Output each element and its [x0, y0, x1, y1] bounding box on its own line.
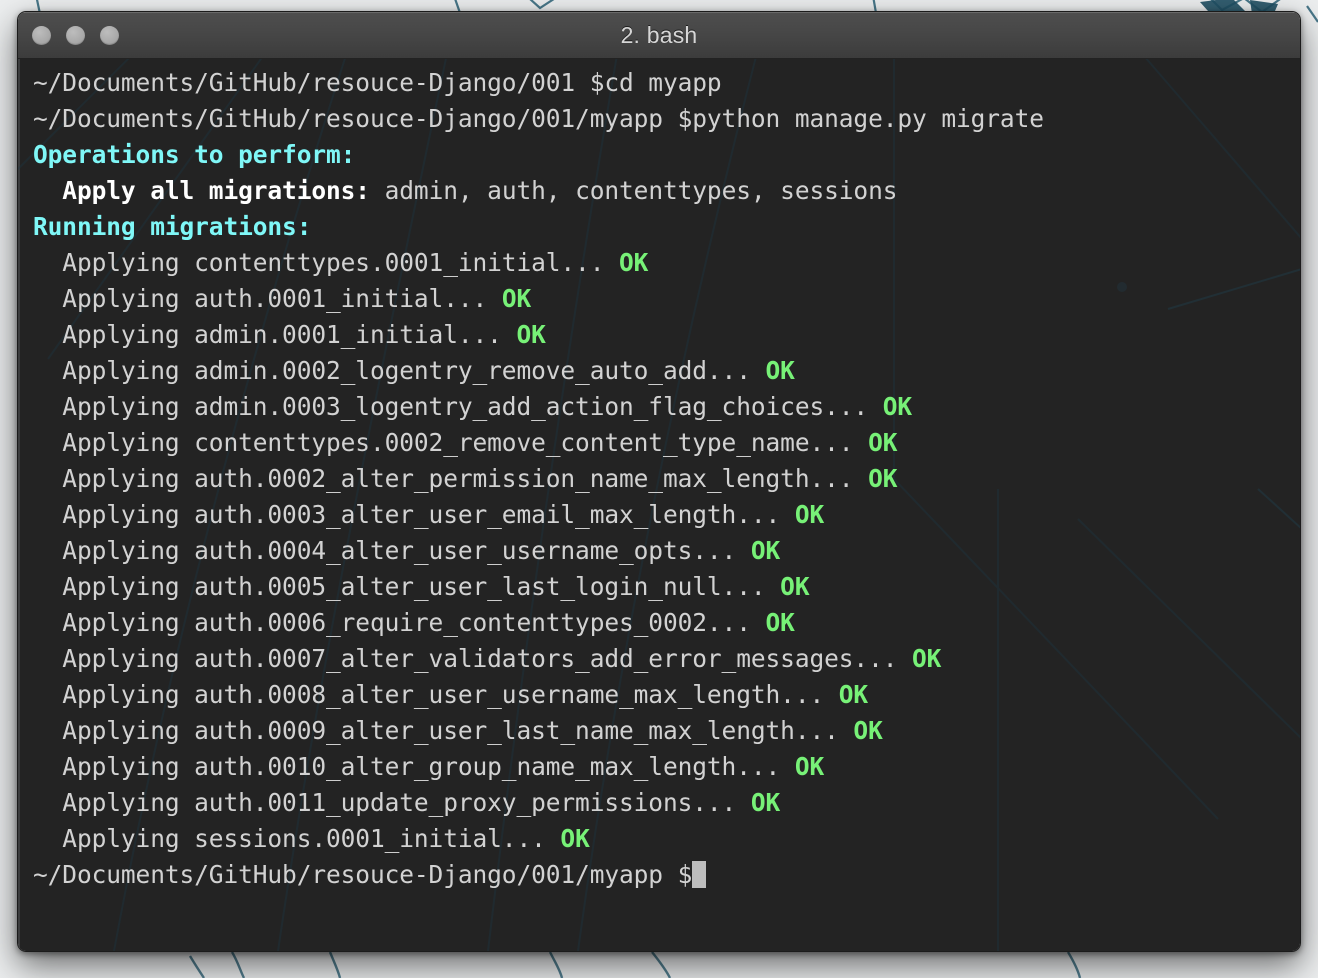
terminal-line: Applying admin.0003_logentry_add_action_… — [33, 389, 1300, 425]
terminal-text-segment: Applying auth.0001_initial... — [33, 284, 502, 313]
terminal-text-segment: OK — [619, 248, 649, 277]
terminal-window[interactable]: 2. bash ~/Documents/GitHub/resouce-Djang… — [17, 11, 1301, 952]
terminal-line: ~/Documents/GitHub/resouce-Django/001 $c… — [33, 65, 1300, 101]
terminal-text-segment: Applying auth.0008_alter_user_username_m… — [33, 680, 839, 709]
terminal-line: ~/Documents/GitHub/resouce-Django/001/my… — [33, 857, 1300, 893]
terminal-text-segment: OK — [868, 464, 898, 493]
terminal-text-segment: Applying contenttypes.0002_remove_conten… — [33, 428, 869, 457]
terminal-text-segment: ~/Documents/GitHub/resouce-Django/001 $c… — [33, 68, 722, 97]
terminal-text-segment: Applying auth.0006_require_contenttypes_… — [33, 608, 766, 637]
terminal-line: Applying auth.0004_alter_user_username_o… — [33, 533, 1300, 569]
window-title-bar[interactable]: 2. bash — [18, 12, 1300, 59]
terminal-line: Applying auth.0005_alter_user_last_login… — [33, 569, 1300, 605]
terminal-line: Apply all migrations: admin, auth, conte… — [33, 173, 1300, 209]
terminal-line: Applying auth.0001_initial... OK — [33, 281, 1300, 317]
terminal-text-segment: Applying admin.0001_initial... — [33, 320, 517, 349]
terminal-text-segment: OK — [750, 788, 781, 817]
terminal-line: Operations to perform: — [33, 137, 1300, 173]
terminal-text-segment: Applying auth.0010_alter_group_name_max_… — [33, 752, 795, 781]
terminal-text-segment: OK — [765, 356, 795, 385]
terminal-text-segment: OK — [501, 284, 532, 313]
terminal-text-segment: Applying auth.0003_alter_user_email_max_… — [33, 500, 795, 529]
terminal-text-segment: OK — [868, 428, 898, 457]
terminal-line: Applying sessions.0001_initial... OK — [33, 821, 1300, 857]
terminal-text-segment: OK — [765, 608, 795, 637]
terminal-line: Applying contenttypes.0002_remove_conten… — [33, 425, 1300, 461]
window-title: 2. bash — [620, 22, 698, 48]
terminal-text-segment: OK — [560, 824, 590, 853]
terminal-text-segment: Apply all migrations: — [33, 176, 370, 205]
terminal-line: Applying auth.0002_alter_permission_name… — [33, 461, 1300, 497]
close-button[interactable] — [32, 26, 51, 45]
terminal-line: ~/Documents/GitHub/resouce-Django/001/my… — [33, 101, 1300, 137]
terminal-line: Applying auth.0006_require_contenttypes_… — [33, 605, 1300, 641]
terminal-text-segment: Applying sessions.0001_initial... — [33, 824, 561, 853]
terminal-line: Applying admin.0002_logentry_remove_auto… — [33, 353, 1300, 389]
terminal-text-segment: ~/Documents/GitHub/resouce-Django/001/my… — [33, 860, 693, 889]
zoom-button[interactable] — [100, 26, 119, 45]
terminal-line: Applying auth.0003_alter_user_email_max_… — [33, 497, 1300, 533]
terminal-text-segment: OK — [794, 752, 825, 781]
terminal-text-segment: Running migrations: — [33, 212, 312, 241]
terminal-text-segment: Applying auth.0009_alter_user_last_name_… — [33, 716, 854, 745]
terminal-line: Applying auth.0010_alter_group_name_max_… — [33, 749, 1300, 785]
terminal-text-segment: Applying contenttypes.0001_initial... — [33, 248, 620, 277]
terminal-output: ~/Documents/GitHub/resouce-Django/001 $c… — [33, 65, 1300, 893]
terminal-text-segment: Applying auth.0002_alter_permission_name… — [33, 464, 869, 493]
terminal-text-segment: admin, auth, contenttypes, sessions — [369, 176, 898, 205]
terminal-text-segment: Applying admin.0002_logentry_remove_auto… — [33, 356, 766, 385]
terminal-text-segment: Operations to perform: — [33, 140, 356, 169]
terminal-text-segment: OK — [838, 680, 869, 709]
terminal-body[interactable]: ~/Documents/GitHub/resouce-Django/001 $c… — [18, 59, 1300, 951]
terminal-text-segment: OK — [853, 716, 883, 745]
terminal-text-segment: OK — [780, 572, 810, 601]
terminal-text-segment: Applying auth.0011_update_proxy_permissi… — [33, 788, 751, 817]
terminal-line: Applying auth.0008_alter_user_username_m… — [33, 677, 1300, 713]
terminal-line: Running migrations: — [33, 209, 1300, 245]
terminal-text-segment: OK — [750, 536, 781, 565]
terminal-text-segment: Applying admin.0003_logentry_add_action_… — [33, 392, 883, 421]
terminal-line: Applying admin.0001_initial... OK — [33, 317, 1300, 353]
terminal-line: Applying contenttypes.0001_initial... OK — [33, 245, 1300, 281]
terminal-cursor — [692, 861, 707, 888]
terminal-text-segment: OK — [516, 320, 546, 349]
terminal-text-segment: Applying auth.0007_alter_validators_add_… — [33, 644, 913, 673]
minimize-button[interactable] — [66, 26, 85, 45]
terminal-text-segment: OK — [882, 392, 913, 421]
terminal-text-segment: Applying auth.0005_alter_user_last_login… — [33, 572, 781, 601]
terminal-text-segment: OK — [794, 500, 825, 529]
terminal-text-segment: Applying auth.0004_alter_user_username_o… — [33, 536, 751, 565]
terminal-line: Applying auth.0011_update_proxy_permissi… — [33, 785, 1300, 821]
terminal-line: Applying auth.0007_alter_validators_add_… — [33, 641, 1300, 677]
terminal-line: Applying auth.0009_alter_user_last_name_… — [33, 713, 1300, 749]
terminal-text-segment: ~/Documents/GitHub/resouce-Django/001/my… — [33, 104, 1044, 133]
terminal-text-segment: OK — [912, 644, 942, 673]
window-controls[interactable] — [32, 26, 119, 45]
